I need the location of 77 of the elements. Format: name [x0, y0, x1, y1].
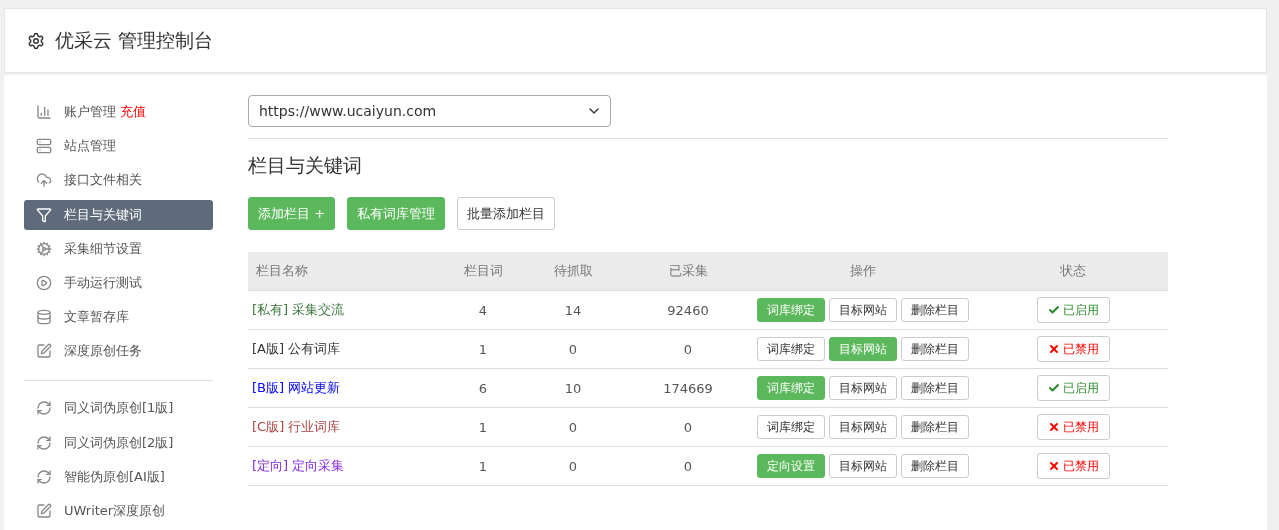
console-title: 优采云 管理控制台	[55, 27, 214, 53]
action-button[interactable]: 删除栏目	[901, 454, 969, 478]
gears-icon	[36, 240, 52, 257]
check-icon	[1047, 304, 1060, 316]
sidebar-item[interactable]: 深度原创任务	[24, 336, 213, 367]
table-cell: 0	[628, 330, 748, 369]
column-name[interactable]: [C版] 行业词库	[252, 418, 341, 436]
sidebar-item[interactable]: 采集细节设置	[24, 233, 213, 264]
table-cell: 0	[628, 447, 748, 486]
cross-icon	[1047, 421, 1060, 433]
column-name[interactable]: [B版] 网站更新	[252, 379, 341, 397]
sidebar-item[interactable]: 账户管理 充值	[24, 97, 213, 128]
sidebar-item[interactable]: 栏目与关键词	[24, 199, 213, 230]
section-title: 栏目与关键词	[248, 153, 363, 178]
column-name[interactable]: [定向] 定向采集	[252, 457, 345, 475]
action-button[interactable]: 目标网站	[829, 415, 897, 439]
action-button[interactable]: 词库绑定	[757, 415, 825, 439]
column-header: 已采集	[628, 252, 748, 291]
action-button[interactable]: 目标网站	[829, 454, 897, 478]
sidebar-item[interactable]: 同义词伪原创[1版]	[24, 393, 213, 424]
sidebar-item[interactable]: 站点管理	[24, 131, 213, 162]
table-cell: 6	[448, 369, 518, 408]
action-button[interactable]: 删除栏目	[901, 337, 969, 361]
column-header: 操作	[748, 252, 978, 291]
play-icon	[36, 274, 52, 291]
table-cell: 4	[448, 291, 518, 330]
status-button[interactable]: 已启用	[1036, 375, 1110, 401]
toolbar-button[interactable]: 批量添加栏目	[457, 197, 556, 230]
column-header: 状态	[978, 252, 1168, 291]
action-button[interactable]: 删除栏目	[901, 298, 969, 322]
cloud-upload-icon	[36, 172, 52, 189]
table-cell: 14	[518, 291, 628, 330]
recharge-link[interactable]: 充值	[120, 104, 146, 120]
table-cell: 1	[448, 330, 518, 369]
bar-chart-icon	[36, 104, 52, 121]
sidebar-item[interactable]: 智能伪原创[AI版]	[24, 461, 213, 492]
sidebar-item[interactable]: 文章暂存库	[24, 302, 213, 333]
action-button[interactable]: 删除栏目	[901, 415, 969, 439]
sidebar-item[interactable]: UWriter深度原创	[24, 495, 213, 527]
edit-icon	[36, 343, 52, 360]
check-icon	[1047, 382, 1060, 394]
database-icon	[36, 309, 52, 326]
column-header: 待抓取	[518, 252, 628, 291]
cross-icon	[1047, 460, 1060, 472]
table-cell: 0	[518, 408, 628, 447]
status-button[interactable]: 已禁用	[1036, 414, 1110, 440]
column-header: 栏目词	[448, 252, 518, 291]
column-name[interactable]: [私有] 采集交流	[252, 301, 345, 319]
refresh-icon	[36, 434, 52, 451]
edit-icon	[36, 502, 52, 519]
filter-icon	[36, 206, 52, 223]
table-cell: 92460	[628, 291, 748, 330]
table-cell: 0	[518, 330, 628, 369]
table-cell: 0	[518, 447, 628, 486]
cross-icon	[1047, 343, 1060, 355]
action-button[interactable]: 删除栏目	[901, 376, 969, 400]
sidebar-item[interactable]: 同义词伪原创[2版]	[24, 427, 213, 458]
table-cell: 174669	[628, 369, 748, 408]
table-cell: 1	[448, 408, 518, 447]
sidebar-item[interactable]: 接口文件相关	[24, 165, 213, 196]
sidebar-item[interactable]: 手动运行测试	[24, 267, 213, 299]
column-header: 栏目名称	[248, 252, 448, 291]
settings-icon	[27, 31, 45, 50]
column-name[interactable]: [A版] 公有词库	[252, 340, 341, 358]
status-button[interactable]: 已启用	[1036, 297, 1110, 323]
table-cell: 10	[518, 369, 628, 408]
action-button[interactable]: 目标网站	[829, 376, 897, 400]
action-button[interactable]: 词库绑定	[757, 337, 825, 361]
table-cell: 1	[448, 447, 518, 486]
refresh-icon	[36, 468, 52, 485]
table-cell: 0	[628, 408, 748, 447]
site-select[interactable]: https://www.ucaiyun.com	[248, 95, 611, 127]
status-button[interactable]: 已禁用	[1036, 453, 1110, 479]
status-button[interactable]: 已禁用	[1036, 336, 1110, 362]
action-button[interactable]: 目标网站	[829, 298, 897, 322]
refresh-icon	[36, 400, 52, 417]
server-icon	[36, 138, 52, 155]
